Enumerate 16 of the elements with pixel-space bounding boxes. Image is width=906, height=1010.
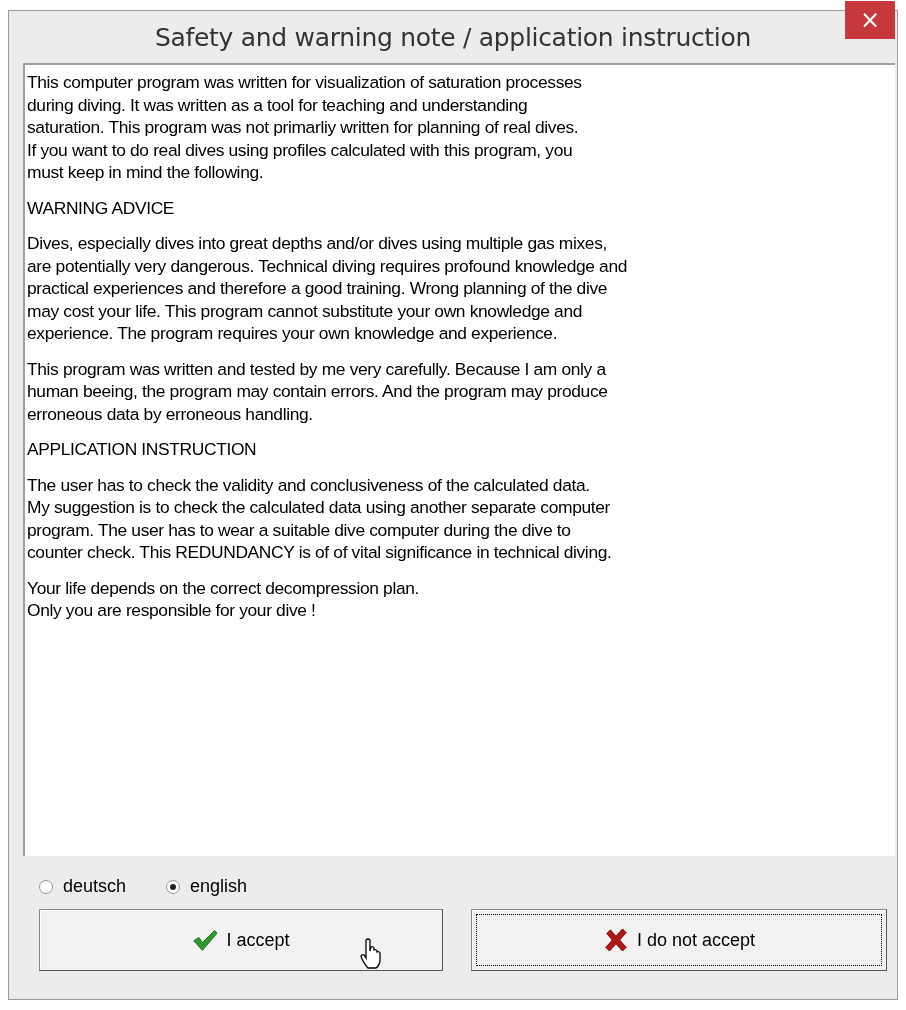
paragraph: Your life depends on the correct decompression plan. Only you are responsible for your dive ! (27, 576, 421, 622)
paragraph: The user has to check the validity and conclusiveness of the calculated data. My suggestion is to check the calculated data using another separate computer program. The user has to wear a suitable dive computer during the dive to counter check. This REDUNDANCY is of of vital significance in technical diving. (27, 473, 613, 564)
section-heading: APPLICATION INSTRUCTION (27, 438, 258, 461)
section-heading: WARNING ADVICE (27, 196, 176, 219)
paragraph: Dives, especially dives into great depths and/or dives using multiple gas mixes, are potentially very dangerous. Technical diving requires profound knowledge and practical experiences and therefore a good training. Wrong planning of the dive may cost your life. This program cannot substitute your own knowledge and experience. The program requires your own knowledge and experience. (27, 232, 629, 345)
hand-pointer-icon (359, 938, 383, 970)
paragraph: This program was written and tested by me very carefully. Because I am only a human beeing, the program may contain errors. And the program may produce erroneous data by erroneous handling. (27, 357, 609, 425)
paragraph: This computer program was written for visualization of saturation processes during diving. It was written as a tool for teaching and understanding saturation. This program was not primarliy written for planning of real dives. If you want to do real dives using profiles calculated with this program, you must keep in mind the following. (27, 71, 583, 184)
accept-button[interactable]: I accept (39, 909, 444, 971)
close-button[interactable]: × (845, 1, 895, 39)
language-radio[interactable]: english (166, 876, 248, 897)
window-title: Safety and warning note / application instruction (154, 22, 752, 52)
checkmark-icon (192, 928, 219, 952)
reject-button[interactable]: I do not accept (471, 909, 887, 971)
language-radio[interactable]: deutsch (39, 876, 127, 897)
cross-icon (602, 928, 629, 952)
